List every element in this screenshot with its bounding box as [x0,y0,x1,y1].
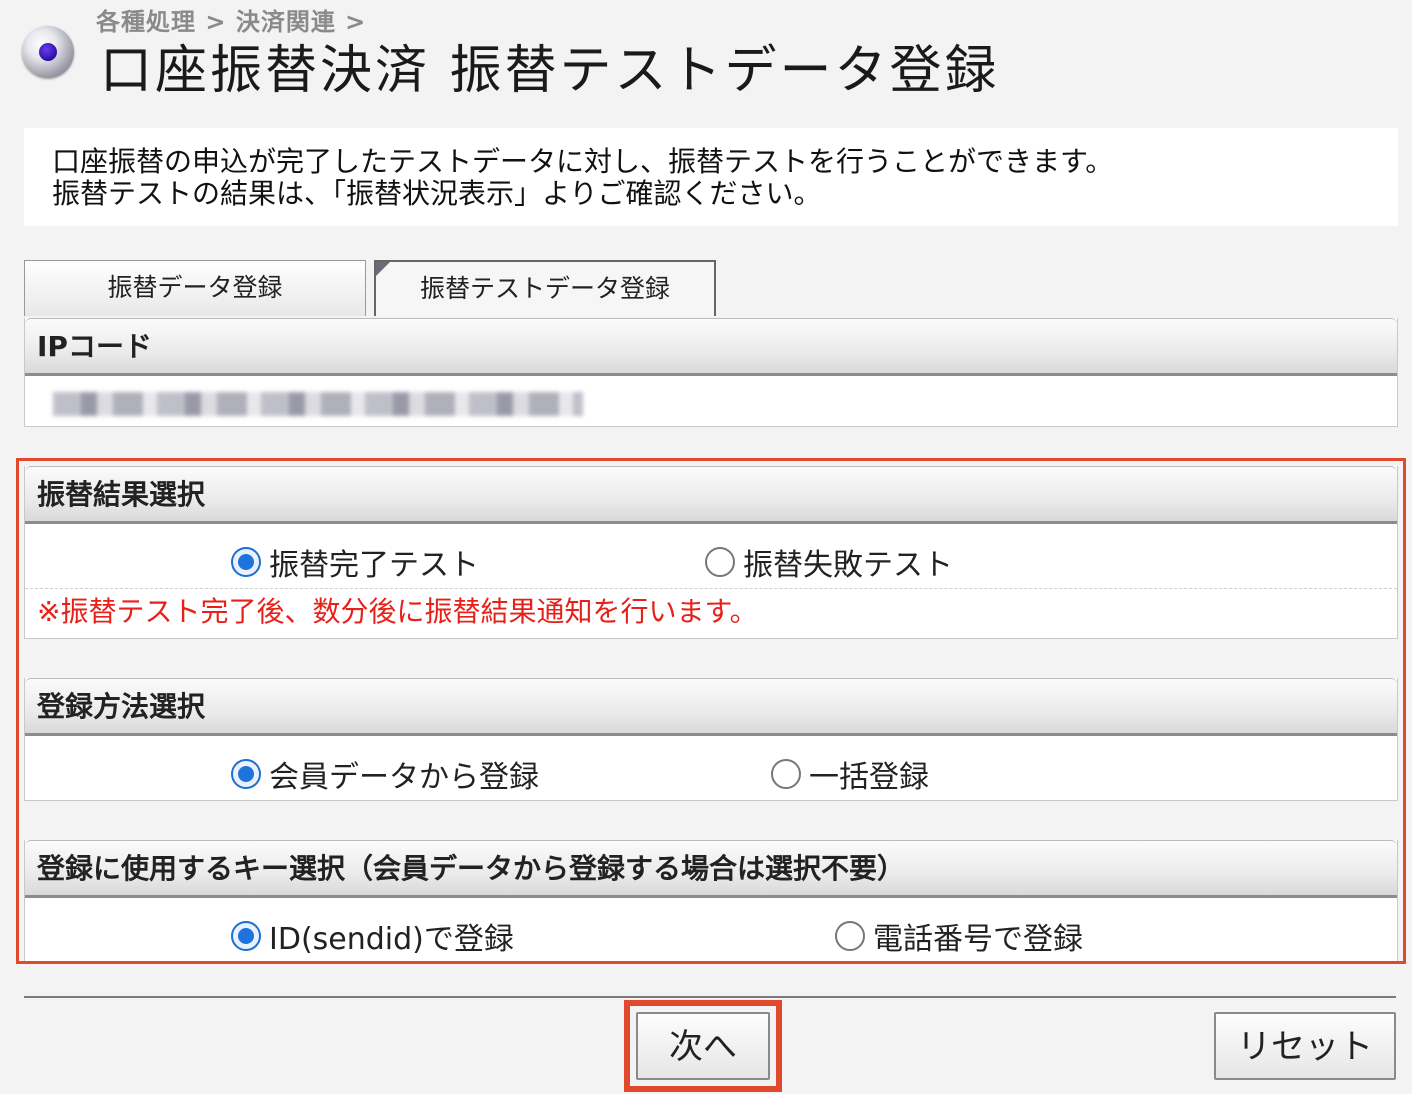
radio-label: 会員データから登録 [269,760,539,795]
transfer-result-note: ※振替テスト完了後、数分後に振替結果通知を行います。 [25,588,1397,638]
ip-code-section: IPコード [24,318,1398,427]
radio-label: ID(sendid)で登録 [269,922,514,957]
registration-method-radio-row: 会員データから登録 一括登録 [25,736,1397,800]
tab-transfer-test-data-registration[interactable]: 振替テストデータ登録 [374,260,716,316]
registration-key-radio-row: ID(sendid)で登録 電話番号で登録 [25,898,1397,962]
next-button[interactable]: 次へ [636,1012,770,1080]
transfer-result-header: 振替結果選択 [25,466,1397,524]
tab-transfer-data-registration[interactable]: 振替データ登録 [24,260,366,316]
page-title: 口座振替決済 振替テストデータ登録 [100,41,1000,101]
registration-method-section: 登録方法選択 会員データから登録 一括登録 [24,678,1398,801]
registration-key-section: 登録に使用するキー選択（会員データから登録する場合は選択不要） ID(sendi… [24,840,1398,963]
radio-button[interactable] [231,921,261,951]
radio-label: 一括登録 [809,760,929,795]
transfer-result-section: 振替結果選択 振替完了テスト 振替失敗テスト ※振替テスト完了後、数分後に振替結… [24,466,1398,639]
radio-register-by-sendid[interactable]: ID(sendid)で登録 [231,914,514,958]
radio-button[interactable] [771,759,801,789]
radio-label: 振替完了テスト [269,548,479,583]
radio-button[interactable] [835,921,865,951]
description-box: 口座振替の申込が完了したテストデータに対し、振替テストを行うことができます。 振… [24,128,1398,226]
radio-bulk-registration[interactable]: 一括登録 [771,752,929,796]
radio-button[interactable] [231,547,261,577]
ip-code-value [25,376,1397,426]
ip-code-header: IPコード [25,318,1397,376]
footer-divider [24,996,1396,998]
title-bullet-icon [22,26,74,78]
radio-button[interactable] [231,759,261,789]
registration-key-header: 登録に使用するキー選択（会員データから登録する場合は選択不要） [25,840,1397,898]
radio-button[interactable] [705,547,735,577]
description-line-1: 口座振替の申込が完了したテストデータに対し、振替テストを行うことができます。 [52,145,1114,178]
description-line-2: 振替テストの結果は、「振替状況表示」よりご確認ください。 [52,177,822,210]
registration-method-header: 登録方法選択 [25,678,1397,736]
radio-label: 電話番号で登録 [873,922,1083,957]
transfer-result-radio-row: 振替完了テスト 振替失敗テスト [25,524,1397,588]
reset-button[interactable]: リセット [1214,1012,1396,1080]
radio-transfer-failure-test[interactable]: 振替失敗テスト [705,540,953,584]
radio-transfer-complete-test[interactable]: 振替完了テスト [231,540,479,584]
tab-bar: 振替データ登録 振替テストデータ登録 [24,260,724,316]
radio-register-by-phone[interactable]: 電話番号で登録 [835,914,1083,958]
radio-label: 振替失敗テスト [743,548,953,583]
radio-register-from-member-data[interactable]: 会員データから登録 [231,752,539,796]
